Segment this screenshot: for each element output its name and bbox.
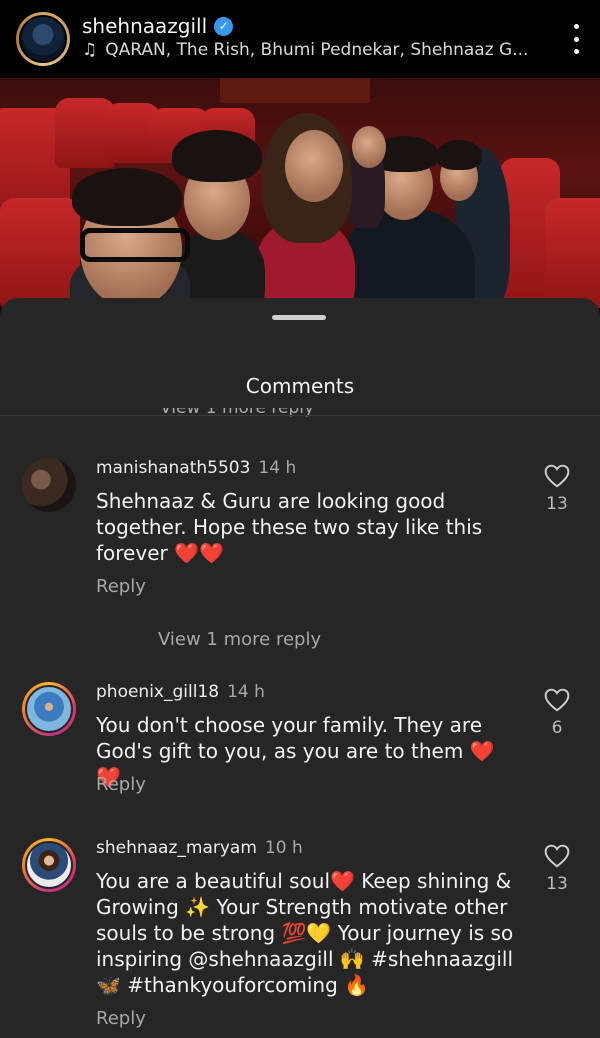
hair [172, 130, 262, 182]
heart-outline-icon[interactable] [544, 688, 570, 712]
post-username[interactable]: shehnaazgill [82, 14, 207, 38]
post-username-row[interactable]: shehnaazgill ✓ [82, 14, 234, 38]
comment-username[interactable]: phoenix_gill18 [96, 682, 219, 702]
comment-time: 14 h [258, 458, 297, 478]
music-note-icon: ♫ [82, 40, 98, 60]
heart-outline-icon[interactable] [544, 464, 570, 488]
reply-button[interactable]: Reply [96, 576, 146, 597]
like-button[interactable]: 13 [540, 464, 574, 514]
like-count: 13 [546, 874, 568, 894]
comment-username[interactable]: shehnaaz_maryam [96, 838, 257, 858]
like-button[interactable]: 13 [540, 844, 574, 894]
like-count: 13 [546, 494, 568, 514]
commenter-avatar[interactable] [22, 682, 76, 736]
commenter-avatar[interactable] [22, 458, 76, 512]
comment-username-row[interactable]: phoenix_gill18 14 h [96, 682, 265, 702]
reply-button[interactable]: Reply [96, 1008, 146, 1029]
comment-username-row[interactable]: manishanath5503 14 h [96, 458, 296, 478]
view-more-replies[interactable]: View 1 more reply [158, 629, 321, 650]
verified-badge-icon: ✓ [214, 16, 234, 36]
heart-outline-icon[interactable] [544, 844, 570, 868]
comment-username[interactable]: manishanath5503 [96, 458, 250, 478]
glasses [80, 228, 190, 262]
post-author-avatar[interactable] [16, 12, 70, 66]
seat [545, 198, 600, 308]
screen-glow [220, 78, 370, 103]
comment-text: You are a beautiful soul❤️ Keep shining … [96, 869, 514, 997]
comment-text: You don't choose your family. They are G… [96, 713, 495, 789]
comments-sheet: Comments View 1 more reply manishanath55… [0, 298, 600, 1038]
post-header: shehnaazgill ✓ ♫ QARAN, The Rish, Bhumi … [0, 0, 600, 78]
post-audio-row[interactable]: ♫ QARAN, The Rish, Bhumi Pednekar, Shehn… [82, 40, 528, 60]
reply-button[interactable]: Reply [96, 774, 146, 795]
face [352, 126, 386, 168]
more-options-icon[interactable] [572, 24, 580, 54]
post-photo[interactable] [0, 78, 600, 308]
comment-time: 14 h [227, 682, 265, 702]
seat [0, 198, 80, 308]
divider [0, 415, 600, 416]
like-button[interactable]: 6 [540, 688, 574, 738]
hair [72, 168, 182, 226]
comment-text: Shehnaaz & Guru are looking good togethe… [96, 489, 483, 565]
drag-handle[interactable] [272, 315, 326, 320]
sheet-title: Comments [245, 374, 355, 398]
comment-time: 10 h [264, 838, 303, 858]
comment-username-row[interactable]: shehnaaz_maryam 10 h [96, 838, 303, 858]
commenter-avatar[interactable] [22, 838, 76, 892]
post-audio-label[interactable]: QARAN, The Rish, Bhumi Pednekar, Shehnaa… [105, 40, 528, 60]
like-count: 6 [551, 718, 563, 738]
face [285, 130, 343, 202]
hair [436, 140, 482, 170]
